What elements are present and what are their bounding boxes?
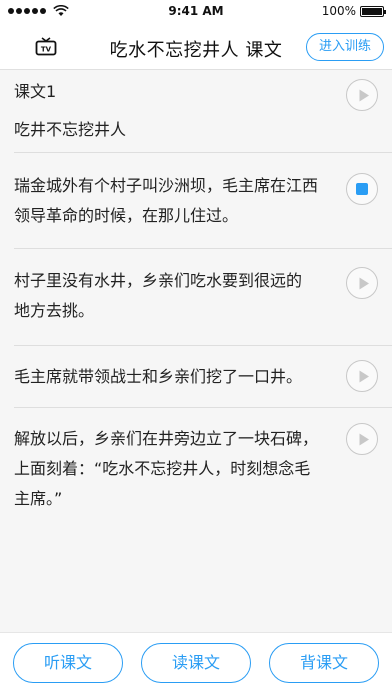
play-icon [359, 89, 369, 102]
play-button[interactable] [346, 360, 378, 392]
sentence-line: 解放以后，乡亲们在井旁边立了一块石碑， [14, 429, 319, 448]
enter-training-button[interactable]: 进入训练 [306, 33, 384, 61]
play-button[interactable] [346, 79, 378, 111]
battery-indicator: 100% [321, 4, 386, 18]
play-icon [359, 370, 369, 383]
play-icon [359, 433, 369, 446]
stop-icon [356, 183, 368, 195]
play-button[interactable] [346, 267, 378, 299]
nav-bar: TV 吃水不忘挖井人 课文 进入训练 [0, 24, 392, 70]
read-text-button[interactable]: 读课文 [141, 643, 251, 683]
play-icon [359, 277, 369, 290]
sentence-line: 领导革命的时候，在那儿住过。 [14, 206, 239, 225]
sentence-line: 主席。” [14, 489, 63, 508]
sentence-row[interactable]: 解放以后，乡亲们在井旁边立了一块石碑， 上面刻着：“吃水不忘挖井人，时刻想念毛 … [14, 408, 392, 530]
listen-text-button[interactable]: 听课文 [13, 643, 123, 683]
sentence-line: 地方去挑。 [14, 301, 95, 320]
status-bar: 9:41 AM 100% [0, 0, 392, 24]
battery-percent: 100% [321, 4, 356, 18]
sentence-line: 上面刻着：“吃水不忘挖井人，时刻想念毛 [14, 459, 311, 478]
recite-text-button[interactable]: 背课文 [269, 643, 379, 683]
lesson-name: 吃井不忘挖井人 [14, 120, 127, 139]
lesson-title-row: 课文1 吃井不忘挖井人 [14, 71, 392, 153]
play-button[interactable] [346, 423, 378, 455]
sentence-row[interactable]: 村子里没有水井，乡亲们吃水要到很远的 地方去挑。 [14, 249, 392, 346]
sentence-row[interactable]: 毛主席就带领战士和乡亲们挖了一口井。 [14, 346, 392, 408]
lesson-list: 课文1 吃井不忘挖井人 瑞金城外有个村子叫沙洲坝，毛主席在江西 领导革命的时候，… [0, 71, 392, 530]
sentence-line: 毛主席就带领战士和乡亲们挖了一口井。 [14, 367, 303, 386]
lesson-label: 课文1 [14, 82, 57, 101]
sentence-line: 村子里没有水井，乡亲们吃水要到很远的 [14, 271, 303, 290]
stop-button[interactable] [346, 173, 378, 205]
sentence-line: 瑞金城外有个村子叫沙洲坝，毛主席在江西 [14, 176, 319, 195]
sentence-row[interactable]: 瑞金城外有个村子叫沙洲坝，毛主席在江西 领导革命的时候，在那儿住过。 [14, 153, 392, 249]
bottom-toolbar: 听课文 读课文 背课文 [0, 632, 392, 696]
battery-icon [360, 5, 386, 17]
